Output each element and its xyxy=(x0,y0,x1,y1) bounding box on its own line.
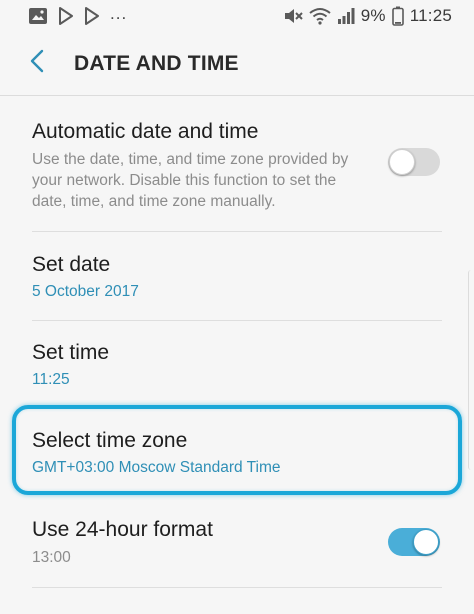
format-24h-toggle[interactable] xyxy=(388,528,440,556)
auto-datetime-row[interactable]: Automatic date and time Use the date, ti… xyxy=(0,96,474,232)
status-bar-right: 9% 11:25 xyxy=(283,6,452,26)
auto-datetime-title: Automatic date and time xyxy=(32,120,259,143)
back-arrow-icon xyxy=(29,49,45,78)
scroll-indicator[interactable] xyxy=(468,270,474,470)
screen: ... 9% 11:25 DATE AND TIME Automatic dat… xyxy=(0,0,474,614)
set-date-value: 5 October 2017 xyxy=(32,283,139,300)
toggle-knob xyxy=(389,149,415,175)
auto-datetime-description: Use the date, time, and time zone provid… xyxy=(32,151,349,210)
format-24h-title: Use 24-hour format xyxy=(32,518,213,541)
toggle-knob xyxy=(413,529,439,555)
back-button[interactable] xyxy=(8,32,66,96)
status-bar-left: ... xyxy=(28,4,128,25)
time-zone-row[interactable]: Select time zone GMT+03:00 Moscow Standa… xyxy=(0,409,474,495)
mute-icon xyxy=(283,7,303,25)
time-zone-value: GMT+03:00 Moscow Standard Time xyxy=(32,459,281,476)
set-time-title: Set time xyxy=(32,341,110,364)
signal-icon xyxy=(337,7,355,25)
status-time: 11:25 xyxy=(409,6,452,25)
play-store-icon xyxy=(84,7,100,25)
page-title: DATE AND TIME xyxy=(74,51,239,75)
status-bar: ... 9% 11:25 xyxy=(0,0,474,32)
gallery-icon xyxy=(28,7,48,25)
status-overflow: ... xyxy=(110,4,128,23)
battery-percentage: 9% xyxy=(360,6,386,25)
set-date-title: Set date xyxy=(32,253,111,276)
auto-datetime-toggle[interactable] xyxy=(388,148,440,176)
battery-icon xyxy=(391,6,404,26)
wifi-icon xyxy=(309,7,331,25)
set-time-row[interactable]: Set time 11:25 xyxy=(0,321,474,409)
format-24h-row[interactable]: Use 24-hour format 13:00 xyxy=(0,498,474,586)
play-store-icon xyxy=(58,7,74,25)
time-zone-title: Select time zone xyxy=(32,429,188,452)
format-24h-value: 13:00 xyxy=(32,549,71,566)
set-date-row[interactable]: Set date 5 October 2017 xyxy=(0,232,474,320)
divider xyxy=(32,587,442,588)
header: DATE AND TIME xyxy=(0,32,474,96)
set-time-value: 11:25 xyxy=(32,371,70,388)
